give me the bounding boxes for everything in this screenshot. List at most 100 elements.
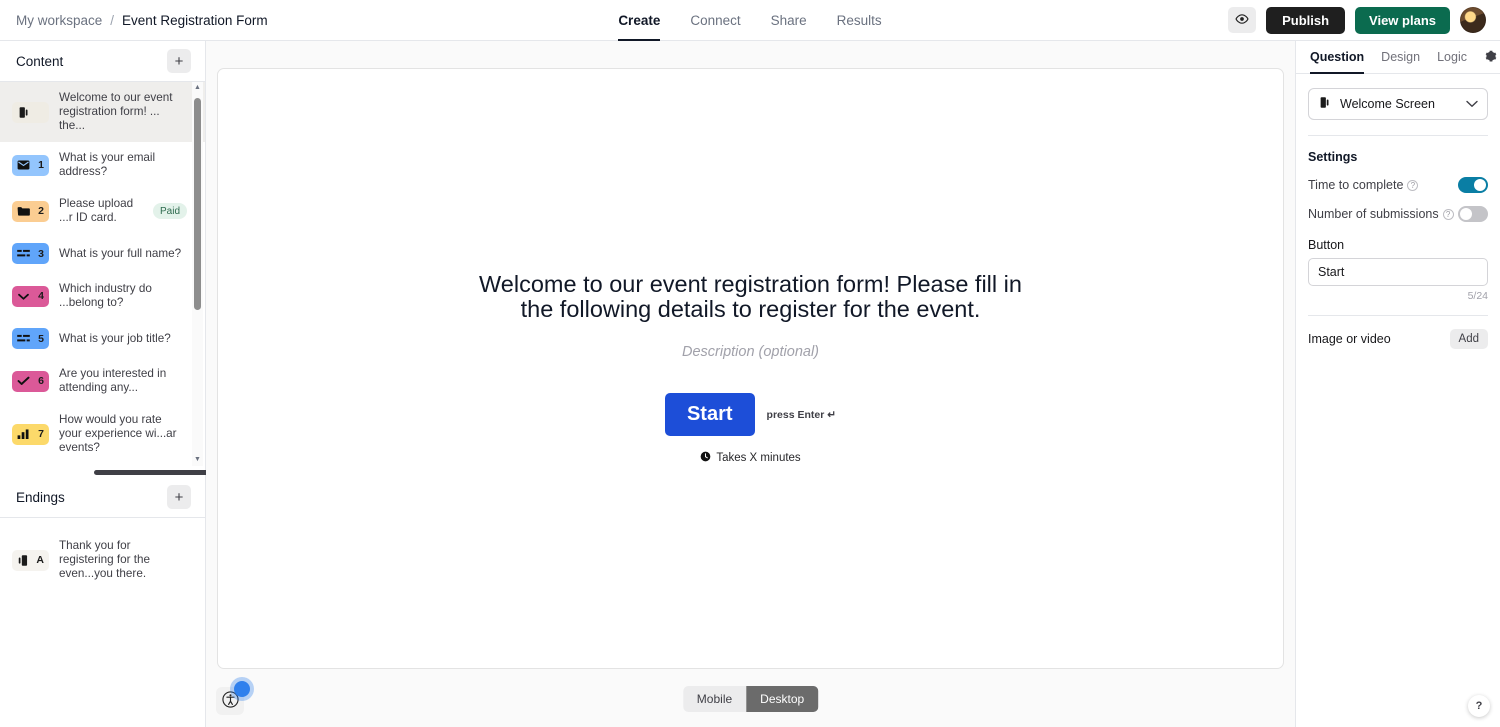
screen-type-select[interactable]: Welcome Screen bbox=[1308, 88, 1488, 120]
list-item-label: Welcome to our event registration form! … bbox=[59, 91, 173, 132]
setting-text: Number of submissions bbox=[1308, 207, 1439, 221]
viewport-desktop-button[interactable]: Desktop bbox=[746, 686, 819, 712]
setting-text: Time to complete bbox=[1308, 178, 1404, 192]
setting-number-of-submissions: Number of submissions ? bbox=[1308, 206, 1488, 222]
viewport-mobile-button[interactable]: Mobile bbox=[683, 686, 746, 712]
sidebar: Content + Welcome to our event registrat… bbox=[0, 41, 220, 727]
list-item[interactable]: 5 What is your job title? bbox=[0, 319, 205, 358]
help-button[interactable]: ? bbox=[1468, 695, 1490, 717]
button-field-label: Button bbox=[1308, 238, 1345, 252]
list-item-label: How would you rate your experience wi...… bbox=[59, 413, 177, 454]
canvas-area: Welcome to our event registration form! … bbox=[206, 41, 1295, 727]
tab-logic[interactable]: Logic bbox=[1437, 41, 1467, 74]
short-text-icon: 5 bbox=[12, 328, 49, 349]
endings-title: Endings bbox=[16, 489, 65, 505]
list-item-number: 5 bbox=[38, 332, 44, 345]
view-plans-button[interactable]: View plans bbox=[1355, 6, 1450, 34]
add-ending-button[interactable]: + bbox=[167, 485, 191, 509]
endings-panel-header: Endings + bbox=[0, 477, 205, 517]
list-item-label: What is your full name? bbox=[59, 246, 182, 260]
envelope-glyph bbox=[17, 160, 30, 170]
help-icon[interactable]: ? bbox=[1407, 179, 1419, 191]
gear-icon[interactable] bbox=[1484, 50, 1498, 64]
form-preview-canvas: Welcome to our event registration form! … bbox=[217, 68, 1284, 669]
dropdown-icon: 4 bbox=[12, 285, 49, 307]
setting-time-to-complete: Time to complete ? bbox=[1308, 177, 1488, 193]
content-list-wrap: Welcome to our event registration form! … bbox=[0, 82, 205, 466]
notification-dot bbox=[234, 681, 250, 697]
avatar[interactable] bbox=[1460, 7, 1486, 33]
list-item[interactable]: 2 Please upload ...r ID card. Paid bbox=[0, 188, 205, 234]
content-list: Welcome to our event registration form! … bbox=[0, 82, 205, 466]
time-to-complete-hint: Takes X minutes bbox=[700, 451, 801, 465]
list-item[interactable]: 4 Which industry do ...belong to? bbox=[0, 273, 205, 319]
button-text-input[interactable]: Start bbox=[1308, 258, 1488, 286]
list-item-label: Thank you for registering for the even..… bbox=[59, 539, 150, 580]
file-upload-icon: 2 bbox=[12, 200, 49, 222]
tab-design[interactable]: Design bbox=[1381, 41, 1420, 74]
time-to-complete-toggle[interactable] bbox=[1458, 177, 1488, 193]
content-title: Content bbox=[16, 53, 64, 69]
tab-create[interactable]: Create bbox=[618, 0, 661, 41]
list-item-number: 3 bbox=[38, 247, 44, 260]
number-of-submissions-toggle[interactable] bbox=[1458, 206, 1488, 222]
right-panel-tabs: Question Design Logic bbox=[1296, 41, 1500, 74]
button-char-count: 5/24 bbox=[1467, 290, 1488, 302]
list-item-label: Are you interested in attending any... bbox=[59, 367, 167, 394]
scroll-down-icon[interactable]: ▼ bbox=[194, 454, 201, 466]
tab-share[interactable]: Share bbox=[771, 0, 807, 41]
image-or-video-row: Image or video Add bbox=[1308, 316, 1488, 349]
screen-type-value: Welcome Screen bbox=[1340, 97, 1435, 111]
folder-glyph bbox=[17, 206, 30, 216]
tab-results[interactable]: Results bbox=[837, 0, 882, 41]
endings-list: A Thank you for registering for the even… bbox=[0, 518, 205, 590]
settings-title: Settings bbox=[1308, 150, 1358, 164]
accessibility-widget bbox=[216, 675, 256, 715]
email-icon: 1 bbox=[12, 154, 49, 176]
right-panel: Question Design Logic Welcome Screen Set… bbox=[1295, 41, 1500, 727]
description-placeholder[interactable]: Description (optional) bbox=[682, 344, 819, 360]
content-list-scrollbar[interactable]: ▲ ▼ bbox=[192, 82, 203, 466]
list-item-number: 2 bbox=[38, 205, 44, 217]
scrollbar-track[interactable] bbox=[192, 94, 203, 454]
list-item[interactable]: 1 What is your email address? bbox=[0, 142, 205, 188]
add-content-button[interactable]: + bbox=[167, 49, 191, 73]
preview-button[interactable] bbox=[1228, 7, 1257, 33]
list-item[interactable]: Welcome to our event registration form! … bbox=[0, 82, 205, 142]
list-item[interactable]: 7 How would you rate your experience wi.… bbox=[0, 404, 205, 464]
list-item[interactable]: 6 Are you interested in attending any... bbox=[0, 358, 205, 404]
help-icon[interactable]: ? bbox=[1442, 208, 1454, 220]
breadcrumb: My workspace / Event Registration Form bbox=[0, 13, 268, 28]
list-item[interactable]: 8 Please provide your phone number. bbox=[0, 464, 205, 466]
chevron-down-glyph bbox=[17, 292, 30, 301]
start-button[interactable]: Start bbox=[664, 393, 755, 437]
hscrollbar-thumb[interactable] bbox=[94, 470, 220, 475]
list-item-number: 6 bbox=[38, 375, 44, 387]
breadcrumb-workspace[interactable]: My workspace bbox=[16, 13, 102, 28]
main-body: Content + Welcome to our event registrat… bbox=[0, 41, 1500, 727]
start-row: Start press Enter ↵ bbox=[664, 393, 836, 437]
viewport-toggle: Mobile Desktop bbox=[682, 686, 819, 712]
list-item-number: A bbox=[36, 554, 44, 566]
list-item[interactable]: A Thank you for registering for the even… bbox=[0, 530, 205, 590]
toggle-knob bbox=[1460, 208, 1472, 220]
list-item-label: What is your job title? bbox=[59, 331, 171, 345]
content-list-hscrollbar[interactable] bbox=[12, 468, 220, 477]
top-bar-actions: Publish View plans bbox=[1228, 6, 1500, 34]
list-item-label: Which industry do ...belong to? bbox=[59, 282, 152, 309]
list-item-number: 4 bbox=[38, 290, 44, 302]
scroll-up-icon[interactable]: ▲ bbox=[194, 82, 201, 94]
ending-screen-icon: A bbox=[12, 549, 49, 571]
add-media-button[interactable]: Add bbox=[1449, 329, 1488, 349]
tab-connect[interactable]: Connect bbox=[690, 0, 740, 41]
app-root: My workspace / Event Registration Form C… bbox=[0, 0, 1500, 727]
breadcrumb-current[interactable]: Event Registration Form bbox=[122, 13, 268, 28]
scrollbar-thumb[interactable] bbox=[194, 98, 201, 310]
list-item[interactable]: 3 What is your full name? bbox=[0, 234, 205, 273]
eye-icon bbox=[1235, 12, 1249, 29]
tab-question[interactable]: Question bbox=[1310, 41, 1365, 74]
setting-label: Number of submissions ? bbox=[1308, 207, 1454, 221]
welcome-screen-icon bbox=[12, 101, 49, 123]
publish-button[interactable]: Publish bbox=[1266, 6, 1346, 34]
page-title[interactable]: Welcome to our event registration form! … bbox=[466, 271, 1036, 323]
